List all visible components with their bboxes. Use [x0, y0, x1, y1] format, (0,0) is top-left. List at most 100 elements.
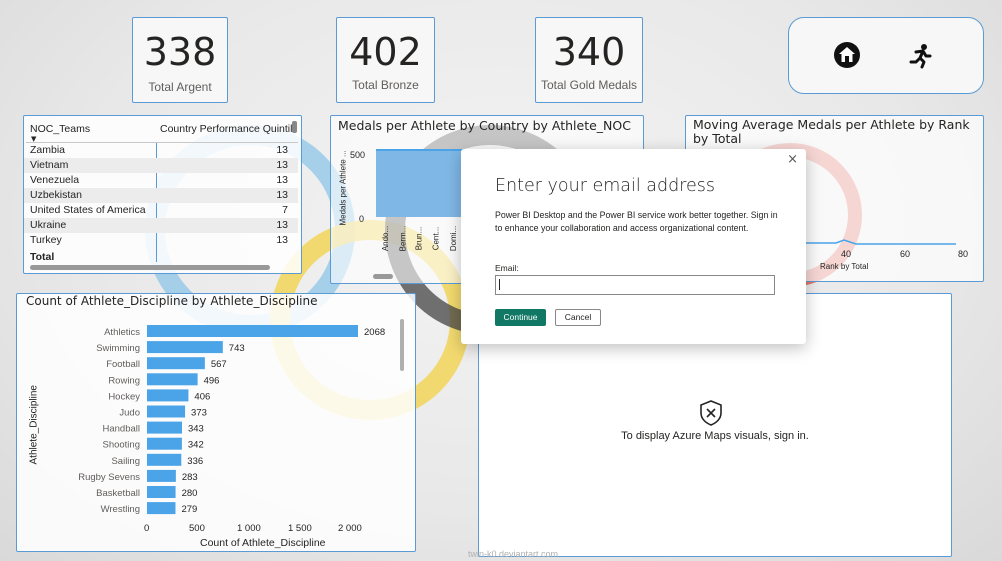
data-label: 373	[191, 408, 207, 419]
table-cell-value: 13	[276, 234, 288, 246]
home-icon[interactable]	[833, 41, 861, 69]
kpi-label: Total Bronze	[352, 78, 419, 92]
table-row[interactable]: Turkey 13	[24, 233, 298, 248]
data-label: 283	[182, 472, 198, 483]
bar[interactable]	[147, 389, 189, 402]
discipline-bars: Athletics 2068 Swimming 743 Football 567 Rowin…	[78, 325, 385, 515]
x-tick: 500	[189, 523, 205, 534]
data-label: 567	[211, 359, 227, 370]
data-label: 280	[182, 488, 198, 499]
category-label: Judo	[119, 408, 140, 419]
table-header-quintile[interactable]: Country Performance Quintile	[160, 123, 292, 135]
data-label: 496	[204, 375, 220, 386]
bar[interactable]	[147, 437, 182, 450]
category-label: Hockey	[108, 391, 140, 402]
nav-card	[788, 17, 984, 94]
category-label: Athletics	[104, 327, 140, 338]
dialog-title: Enter your email address	[495, 176, 716, 196]
bar[interactable]	[147, 341, 223, 354]
cancel-button[interactable]: Cancel	[555, 309, 601, 326]
table-cell-value: 13	[276, 174, 288, 186]
kpi-label: Total Gold Medals	[540, 78, 638, 92]
x-tick: 2 000	[338, 523, 362, 534]
watermark: twin-k0.deviantart.com	[468, 549, 559, 559]
category-label: Rugby Sevens	[78, 472, 140, 483]
table-cell-country: Ukraine	[30, 219, 67, 231]
close-icon[interactable]: ×	[787, 152, 798, 167]
x-axis-label: Rank by Total	[820, 262, 869, 271]
data-label: 343	[188, 424, 204, 435]
table-cell-country: Zambia	[30, 144, 66, 156]
table-cell-country: Uzbekistan	[30, 189, 82, 201]
category-label: Wrestling	[101, 504, 140, 515]
shield-x-icon	[698, 399, 724, 427]
chart-title: Moving Average Medals per Athlete by Ran…	[693, 117, 970, 146]
table-horizontal-scrollbar[interactable]	[30, 265, 270, 270]
table-cell-value: 13	[276, 189, 288, 201]
moving-average-line	[796, 239, 956, 245]
table-header-scroll[interactable]	[292, 121, 297, 133]
table-cell-country: Vietnam	[30, 159, 69, 171]
y-tick: 500	[350, 150, 366, 160]
x-tick: 60	[900, 249, 911, 259]
table-row[interactable]: Zambia 13	[24, 143, 298, 158]
bar-ando	[376, 149, 464, 217]
table-cell-country: Turkey	[30, 234, 62, 246]
table-row[interactable]: United States of America 7	[24, 203, 298, 218]
bar[interactable]	[147, 357, 205, 370]
table-row[interactable]: Venezuela 13	[24, 173, 298, 188]
bar[interactable]	[147, 405, 186, 418]
table-cell-country: Venezuela	[30, 174, 80, 186]
table-cell-value: 13	[276, 219, 288, 231]
x-tick: Domi...	[449, 225, 459, 252]
table-cell-value: 13	[276, 159, 288, 171]
vertical-scrollbar[interactable]	[400, 319, 404, 371]
horizontal-scrollbar[interactable]	[373, 274, 393, 279]
text-cursor	[499, 279, 500, 290]
kpi-card-bronze: 402 Total Bronze	[336, 17, 435, 103]
table-cell-value: 7	[282, 204, 288, 216]
category-label: Basketball	[96, 488, 140, 499]
table-cell-country: United States of America	[30, 204, 146, 216]
table-row[interactable]: Ukraine 13	[24, 218, 298, 233]
table-row[interactable]: Uzbekistan 13	[24, 188, 298, 203]
bar[interactable]	[147, 373, 198, 386]
data-label: 336	[187, 456, 203, 467]
x-tick: Berm...	[398, 225, 408, 252]
bar[interactable]	[147, 469, 176, 482]
kpi-card-argent: 338 Total Argent	[132, 17, 228, 103]
continue-button[interactable]: Continue	[495, 309, 546, 326]
table-row[interactable]: Vietnam 13	[24, 158, 298, 173]
table-cell-value: 13	[276, 144, 288, 156]
bar[interactable]	[147, 486, 176, 498]
table-total-label: Total	[30, 251, 55, 263]
kpi-value: 402	[349, 30, 422, 74]
bar[interactable]	[147, 325, 358, 337]
email-field[interactable]	[495, 275, 775, 295]
category-label: Football	[106, 359, 140, 370]
map-signin-message: To display Azure Maps visuals, sign in.	[621, 430, 809, 442]
dialog-body: Power BI Desktop and the Power BI servic…	[495, 210, 778, 233]
category-label: Shooting	[102, 440, 140, 451]
data-label: 743	[229, 343, 245, 354]
category-label: Sailing	[111, 456, 140, 467]
running-athlete-icon[interactable]	[907, 43, 935, 69]
y-tick: 0	[359, 214, 365, 224]
data-label: 406	[194, 391, 210, 402]
bar[interactable]	[147, 502, 176, 515]
category-label: Swimming	[96, 343, 140, 354]
x-tick: 0	[144, 523, 150, 534]
y-axis-label: Medals per Athlete ...	[338, 150, 348, 226]
data-label: 2068	[364, 327, 385, 338]
x-tick: 80	[958, 249, 969, 259]
noc-teams-table: NOC_Teams ▼ Country Performance Quintile…	[23, 115, 302, 274]
x-tick: 40	[841, 249, 852, 259]
kpi-label: Total Argent	[148, 80, 212, 94]
discipline-bar-chart: Count of Athlete_Discipline by Athlete_D…	[16, 293, 416, 552]
table-header-noc[interactable]: NOC_Teams	[30, 123, 90, 135]
data-label: 342	[188, 440, 204, 451]
x-tick: Cent...	[431, 226, 441, 251]
bar[interactable]	[147, 421, 182, 434]
x-axis-label: Count of Athlete_Discipline	[200, 537, 326, 549]
bar[interactable]	[147, 453, 182, 466]
